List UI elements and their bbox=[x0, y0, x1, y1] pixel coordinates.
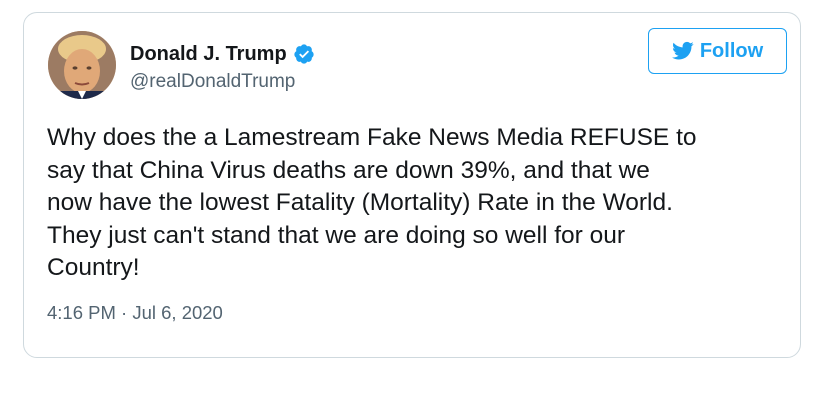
user-handle[interactable]: @realDonaldTrump bbox=[130, 71, 315, 93]
avatar-portrait-icon bbox=[48, 31, 116, 99]
display-name-row: Donald J. Trump bbox=[130, 41, 315, 67]
avatar[interactable] bbox=[48, 31, 116, 99]
verified-badge-icon bbox=[293, 43, 315, 65]
tweet-timestamp[interactable]: 4:16 PM · Jul 6, 2020 bbox=[47, 302, 223, 324]
follow-button[interactable]: Follow bbox=[648, 28, 787, 74]
tweet-text: Why does the a Lamestream Fake News Medi… bbox=[47, 124, 697, 281]
display-name[interactable]: Donald J. Trump bbox=[130, 43, 287, 66]
tweet-card: Donald J. Trump @realDonaldTrump Follow … bbox=[23, 12, 801, 358]
follow-button-label: Follow bbox=[699, 39, 764, 62]
author-block: Donald J. Trump @realDonaldTrump bbox=[130, 41, 315, 93]
twitter-bird-icon bbox=[671, 41, 694, 61]
